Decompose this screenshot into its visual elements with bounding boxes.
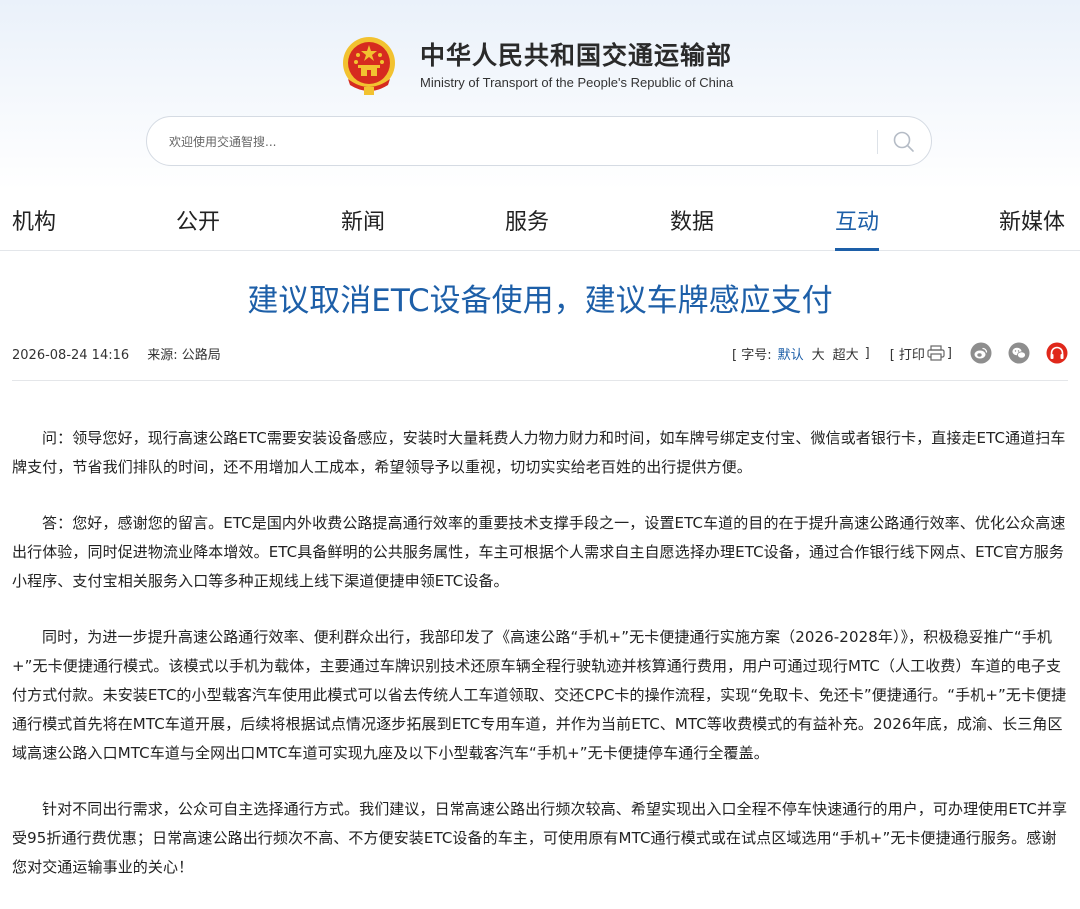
headphones-icon[interactable]: [1046, 342, 1068, 364]
font-size-label: [ 字号:: [731, 347, 772, 363]
article-paragraph-answer: 答：您好，感谢您的留言。ETC是国内外收费公路提高通行效率的重要技术支撑手段之一…: [12, 514, 1066, 590]
font-size-large[interactable]: 大: [812, 344, 825, 363]
article-title: 建议取消ETC设备使用，建议车牌感应支付: [247, 283, 833, 319]
article-body: 问：领导您好，现行高速公路ETC需要安装设备感应，安装时大量耗费人力物力财力和时…: [12, 424, 1068, 909]
print-button[interactable]: [ 打印 ]: [890, 344, 954, 363]
search-box: [146, 116, 932, 167]
site-name-en: Ministry of Transport of the People's Re…: [420, 75, 734, 90]
nav-item-fuwu[interactable]: 服务: [505, 206, 549, 242]
article-info: 2026-08-24 14:16 来源: 公路局: [12, 344, 235, 363]
site-logo[interactable]: 中华人民共和国交通运输部 Ministry of Transport of th…: [340, 34, 733, 98]
search-input[interactable]: [167, 117, 861, 167]
meta-divider: [12, 380, 1068, 381]
article-paragraph-question: 问：领导您好，现行高速公路ETC需要安装设备感应，安装时大量耗费人力物力财力和时…: [12, 429, 1066, 476]
font-size-close: ]: [864, 345, 870, 361]
article-paragraph-measures: 同时，为进一步提升高速公路通行效率、便利群众出行，我部印发了《高速公路“手机+”…: [12, 628, 1067, 762]
site-header: 中华人民共和国交通运输部 Ministry of Transport of th…: [0, 0, 1080, 251]
nav-item-xinmeiti[interactable]: 新媒体: [999, 206, 1065, 242]
nav-item-jigou[interactable]: 机构: [12, 206, 56, 242]
weibo-icon[interactable]: [970, 342, 992, 364]
print-close: ]: [946, 345, 952, 361]
font-size-default[interactable]: 默认: [778, 344, 804, 363]
site-brand: 中华人民共和国交通运输部 Ministry of Transport of th…: [420, 40, 733, 92]
article-date: 2026-08-24 14:16: [12, 348, 130, 363]
nav-item-shuju[interactable]: 数据: [670, 206, 714, 242]
nav-item-hudong[interactable]: 互动: [835, 206, 880, 251]
search-separator: [877, 130, 878, 154]
main-nav: 机构 公开 新闻 服务 数据 互动 新媒体: [0, 200, 1080, 251]
article-meta: 2026-08-24 14:16 来源: 公路局 [ 字号: 默认 大 超大 ]…: [12, 341, 1068, 365]
article-tools: [ 字号: 默认 大 超大 ] [ 打印 ]: [730, 341, 1068, 365]
site-name-cn: 中华人民共和国交通运输部: [420, 41, 733, 70]
search-icon[interactable]: [891, 129, 917, 155]
font-size-xlarge[interactable]: 超大: [833, 344, 859, 363]
print-label: [ 打印: [889, 347, 925, 363]
printer-icon: [927, 345, 945, 361]
article-source: 来源: 公路局: [147, 348, 221, 363]
article-paragraph-suggestion: 针对不同出行需求，公众可自主选择通行方式。我们建议，日常高速公路出行频次较高、希…: [12, 800, 1068, 876]
wechat-icon[interactable]: [1008, 342, 1030, 364]
nav-item-xinwen[interactable]: 新闻: [341, 206, 385, 242]
national-emblem-icon: [343, 37, 395, 95]
nav-item-gongkai[interactable]: 公开: [176, 206, 220, 242]
